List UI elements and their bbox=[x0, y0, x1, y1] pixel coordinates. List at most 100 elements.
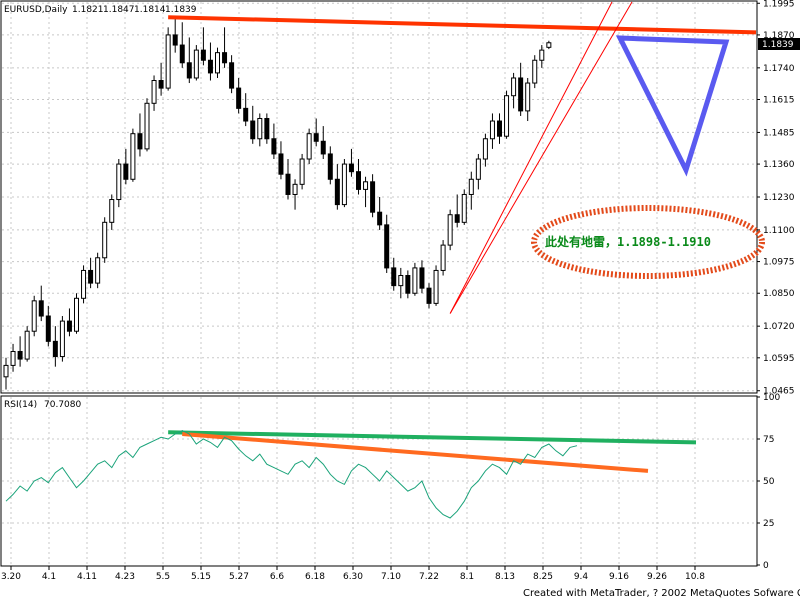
candle bbox=[412, 262, 418, 296]
candle-body bbox=[482, 138, 488, 160]
candle-body bbox=[419, 267, 425, 289]
candle bbox=[144, 98, 150, 152]
rsi-tick-label: 75 bbox=[763, 435, 774, 445]
candle-body bbox=[285, 173, 291, 195]
time-tick-label: 6.30 bbox=[343, 572, 363, 582]
candle-body bbox=[95, 257, 101, 284]
time-tick-label: 4.1 bbox=[42, 572, 56, 582]
candle-body bbox=[475, 158, 481, 180]
candle bbox=[306, 128, 312, 165]
candle-body bbox=[341, 163, 347, 206]
background bbox=[0, 0, 800, 600]
candle-body bbox=[151, 80, 157, 104]
candle-body bbox=[391, 267, 397, 287]
candle-body bbox=[137, 133, 143, 150]
time-tick-label: 8.1 bbox=[460, 572, 474, 582]
candle-body bbox=[440, 244, 446, 271]
candle-body bbox=[200, 49, 206, 61]
chart-canvas: 1.19951.18701.17401.16151.14851.13601.12… bbox=[0, 0, 800, 600]
candle-body bbox=[116, 163, 122, 201]
candle-body bbox=[172, 34, 178, 46]
time-tick-label: 8.25 bbox=[533, 572, 553, 582]
candle-body bbox=[66, 320, 72, 332]
candle-body bbox=[123, 163, 129, 180]
candle bbox=[116, 159, 122, 208]
candle-body bbox=[398, 275, 404, 287]
price-tick-label: 1.0975 bbox=[763, 258, 795, 268]
candle-body bbox=[504, 95, 510, 137]
ohlc-value: 1.1847 bbox=[103, 5, 135, 15]
candle-body bbox=[454, 214, 460, 223]
time-tick-label: 9.4 bbox=[574, 572, 589, 582]
candle-body bbox=[158, 80, 164, 89]
price-tick-label: 1.1360 bbox=[763, 160, 795, 170]
time-tick-label: 9.26 bbox=[647, 572, 667, 582]
candle-body bbox=[489, 120, 495, 140]
candle-body bbox=[511, 77, 517, 97]
rsi-tick-label: 25 bbox=[763, 519, 774, 529]
annotation-text: 此处有地雷，1.1898-1.1910 bbox=[545, 234, 711, 249]
candle-body bbox=[348, 163, 354, 173]
candle bbox=[59, 316, 65, 362]
candle-body bbox=[144, 102, 150, 150]
ohlc-value: 1.1821 bbox=[72, 5, 104, 15]
candle-body bbox=[546, 42, 552, 48]
candle-body bbox=[250, 120, 256, 140]
rsi-value: 70.7080 bbox=[44, 400, 81, 410]
candle-body bbox=[278, 153, 284, 175]
ohlc-value: 1.1839 bbox=[165, 5, 197, 15]
candle-body bbox=[370, 181, 376, 213]
candle bbox=[299, 153, 305, 190]
price-tick-label: 1.1740 bbox=[763, 64, 795, 74]
price-tick-label: 1.1230 bbox=[763, 193, 795, 203]
time-tick-label: 5.5 bbox=[156, 572, 170, 582]
price-tick-label: 1.1615 bbox=[763, 96, 795, 106]
candle bbox=[341, 159, 347, 208]
candle-body bbox=[412, 267, 418, 294]
ohlc-value: 1.1814 bbox=[134, 5, 166, 15]
price-chart-title: EURUSD,Daily bbox=[4, 5, 68, 15]
candle-body bbox=[186, 62, 192, 79]
candle bbox=[24, 326, 30, 362]
price-tick-label: 1.1995 bbox=[763, 0, 795, 9]
candle-body bbox=[3, 364, 9, 378]
candle-body bbox=[109, 199, 115, 223]
candle-body bbox=[426, 287, 432, 304]
candle-body bbox=[539, 49, 545, 61]
candle-body bbox=[468, 178, 474, 195]
candle-body bbox=[327, 153, 333, 180]
time-tick-label: 5.27 bbox=[229, 572, 249, 582]
candle-body bbox=[102, 221, 108, 259]
candle-body bbox=[299, 158, 305, 185]
candle-body bbox=[377, 211, 383, 226]
candle-body bbox=[24, 330, 30, 360]
candle bbox=[95, 252, 101, 289]
candle-body bbox=[74, 297, 79, 332]
candle-body bbox=[38, 300, 44, 317]
time-tick-label: 6.18 bbox=[305, 572, 325, 582]
price-tick-label: 1.1485 bbox=[763, 128, 795, 138]
time-tick-label: 6.6 bbox=[270, 572, 285, 582]
time-tick-label: 7.10 bbox=[381, 572, 401, 582]
candle-body bbox=[461, 193, 467, 223]
candle-body bbox=[130, 133, 136, 180]
rsi-tick-label: 0 bbox=[763, 561, 769, 571]
candle bbox=[165, 27, 171, 91]
candle-body bbox=[179, 44, 185, 64]
candle-body bbox=[215, 52, 220, 74]
candle-body bbox=[10, 350, 16, 366]
time-tick-label: 5.15 bbox=[191, 572, 211, 582]
candle bbox=[433, 265, 439, 306]
candle-body bbox=[447, 214, 453, 246]
candle-body bbox=[243, 107, 249, 122]
candle-body bbox=[497, 120, 502, 137]
current-price-value: 1.1839 bbox=[762, 40, 794, 50]
current-price-label: 1.1839 bbox=[758, 38, 800, 50]
candle-body bbox=[532, 59, 538, 84]
candle-body bbox=[320, 140, 326, 155]
candle-body bbox=[81, 269, 87, 299]
candle bbox=[461, 189, 467, 225]
price-tick-label: 1.0720 bbox=[763, 322, 795, 332]
price-tick-label: 1.0850 bbox=[763, 289, 795, 299]
footer-credit: Created with MetaTrader, ? 2002 MetaQuot… bbox=[523, 588, 800, 599]
